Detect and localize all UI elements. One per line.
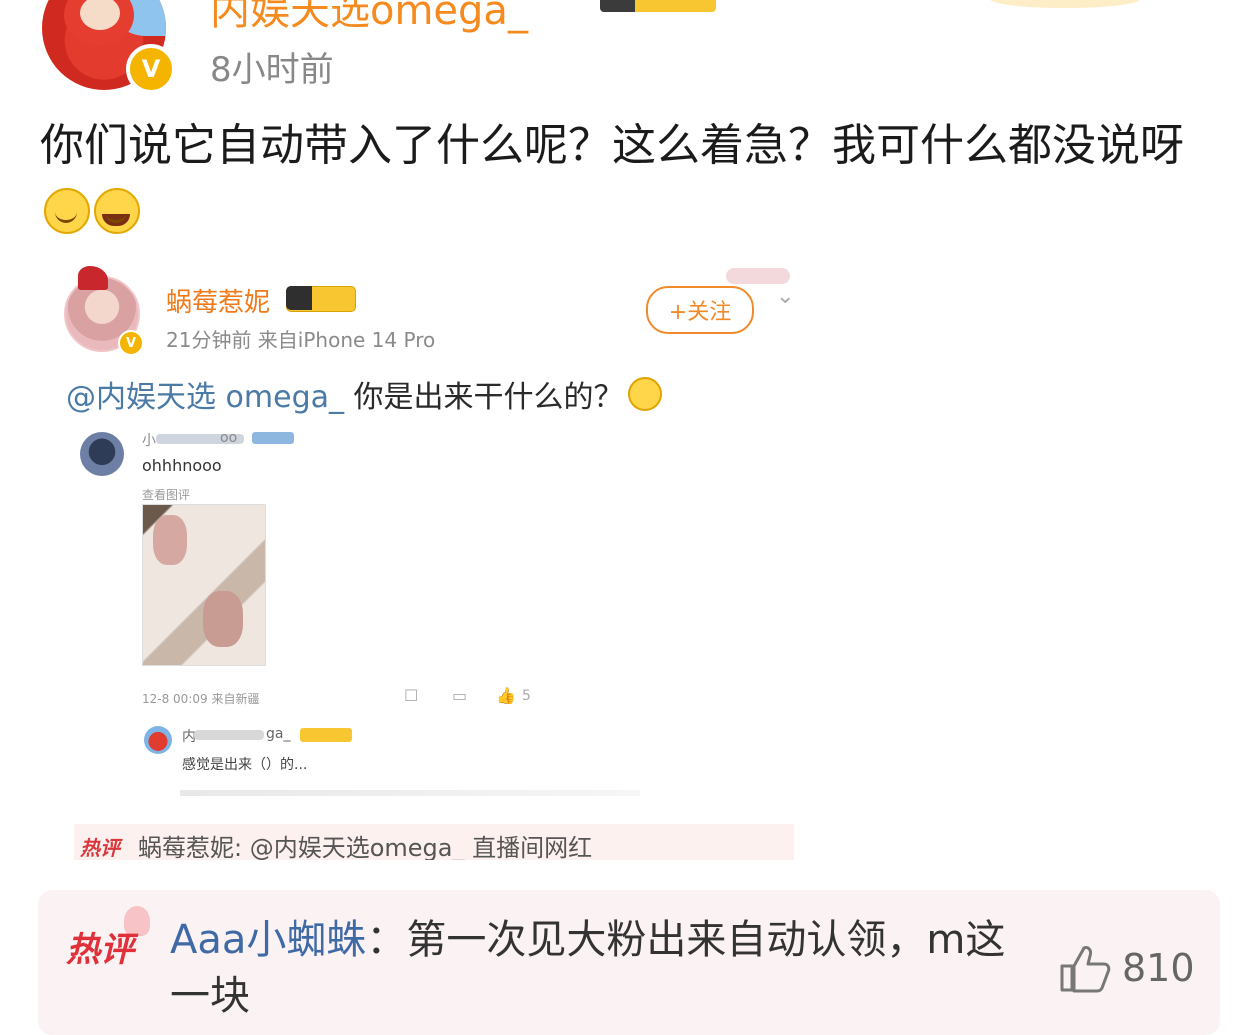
- comment-meta: 12-8 00:09 来自新疆: [142, 692, 260, 706]
- comment-text: ohhhnooo: [142, 456, 222, 475]
- view-image-comment: 查看图评: [142, 488, 191, 502]
- comment-image: [142, 504, 266, 666]
- crown-icon: [286, 286, 312, 310]
- laugh-emoji-icon: [94, 188, 140, 234]
- chevron-down-icon: ⌄: [776, 284, 795, 309]
- reply-avatar: [144, 726, 172, 754]
- hot-strip-text: 蜗莓惹妮: @内娱天选omega_ 直播间网红: [138, 834, 593, 860]
- embedded-username: 蜗莓惹妮: [166, 288, 271, 318]
- level-badge: [300, 728, 352, 742]
- hot-label: 热评: [80, 836, 120, 860]
- like-count: 810: [1122, 946, 1195, 990]
- embedded-meta: 21分钟前 来自iPhone 14 Pro: [166, 328, 436, 352]
- reply-username-end: ga_: [266, 726, 291, 742]
- thumb-up-icon: 👍: [496, 686, 516, 705]
- verified-badge-icon: V: [118, 330, 144, 356]
- santa-hat-icon: [78, 266, 108, 290]
- post-text: 你们说它自动带入了什么呢？这么着急？我可什么都没说呀: [40, 120, 1184, 171]
- comment-avatar: [80, 432, 124, 476]
- comment-like-count: 5: [522, 688, 531, 704]
- comment-username: 小: [142, 433, 156, 449]
- blurred-name: [194, 730, 264, 740]
- embedded-screenshot[interactable]: V 蜗莓惹妮 21分钟前 来自iPhone 14 Pro +关注 ⌄ @内娱天选…: [60, 266, 800, 860]
- comment-username-end: oo: [220, 430, 238, 446]
- user-tag: [252, 432, 294, 444]
- level-badge: [600, 0, 716, 12]
- comment-icon: ▭: [452, 686, 468, 705]
- mention-link: @内娱天选 omega_: [66, 380, 344, 415]
- reply-text: 感觉是出来（）的...: [182, 757, 308, 773]
- hot-comment-text: Aaa小蜘蛛：第一次见大粉出来自动认领，m这一块: [170, 912, 1030, 1024]
- post-time: 8小时前: [210, 50, 334, 90]
- thumb-up-icon[interactable]: [1058, 944, 1112, 994]
- share-icon: ☐: [404, 686, 419, 705]
- smile-emoji-icon: [44, 188, 90, 234]
- embedded-question: 你是出来干什么的？: [344, 380, 624, 415]
- author-username[interactable]: 内娱天选omega_: [210, 0, 528, 36]
- question-emoji-icon: [627, 377, 662, 411]
- hot-comment-separator: ：: [366, 917, 407, 963]
- follow-button: +关注: [646, 286, 754, 334]
- decorative-glow: [990, 0, 1140, 8]
- reply-meta: [180, 790, 640, 796]
- embedded-text: @内娱天选 omega_ 你是出来干什么的？: [66, 372, 662, 416]
- post-body: 你们说它自动带入了什么呢？这么着急？我可什么都没说呀: [40, 112, 1230, 248]
- verified-badge-icon: V: [126, 44, 176, 94]
- decorative-ribbon: [726, 268, 790, 284]
- hot-comment-user[interactable]: Aaa小蜘蛛: [170, 917, 366, 963]
- hot-comment-label: 热评: [66, 930, 134, 970]
